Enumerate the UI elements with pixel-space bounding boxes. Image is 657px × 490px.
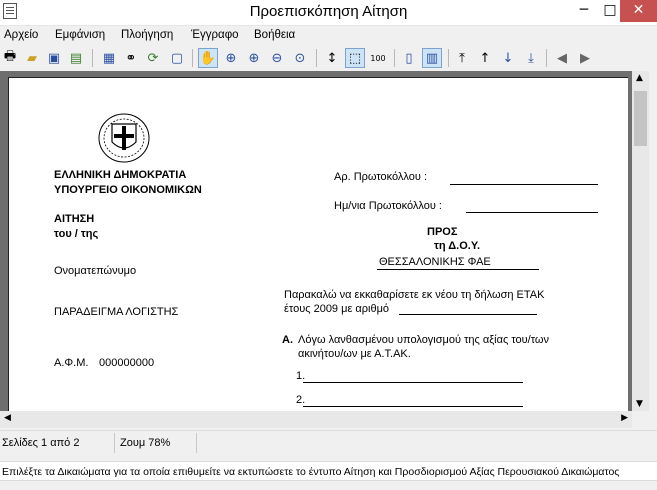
scroll-up-arrow-icon[interactable]: ▲: [636, 73, 643, 83]
hint-bar: Επιλέξτε τα Δικαιώματα για τα οποία επιθ…: [0, 461, 657, 481]
zoom-status: Ζουμ 78%: [120, 437, 171, 449]
request-line-2: έτους 2009 με αριθμό: [284, 303, 390, 315]
tax-office-line: [377, 269, 539, 270]
to-doy-label: τη Δ.Ο.Υ.: [434, 240, 481, 252]
fit-page-icon[interactable]: ⬚: [345, 48, 365, 68]
zoom-in-2-icon[interactable]: ⊕: [244, 48, 264, 68]
menu-bar: Αρχείο Εμφάνιση Πλοήγηση Έγγραφο Βοήθεια: [0, 27, 657, 45]
org-line-2: ΥΠΟΥΡΓΕΙΟ ΟΙΚΟΝΟΜΙΚΩΝ: [54, 184, 202, 196]
zoom-text-icon[interactable]: ⊙: [290, 48, 310, 68]
next-page-icon[interactable]: ↓: [498, 48, 518, 68]
close-button[interactable]: ✕: [620, 0, 657, 22]
afm-value: 000000000: [99, 357, 155, 369]
scroll-corner: [632, 411, 657, 428]
last-page-icon[interactable]: ⤓: [521, 48, 541, 68]
zoom-out-icon[interactable]: ⊖: [267, 48, 287, 68]
greek-emblem-icon: [97, 112, 151, 164]
table-icon[interactable]: ▦: [99, 48, 119, 68]
org-line-1: ΕΛΛΗΝΙΚΗ ΔΗΜΟΚΡΑΤΙΑ: [54, 169, 187, 181]
scroll-left-arrow-icon[interactable]: ◀: [4, 413, 11, 423]
item-2-line: [303, 406, 523, 407]
to-label: ΠΡΟΣ: [427, 226, 458, 238]
zoom-100-icon[interactable]: 100: [368, 48, 388, 68]
open-icon[interactable]: ▰: [22, 48, 42, 68]
menu-help[interactable]: Βοήθεια: [254, 29, 295, 41]
name-label: Ονοματεπώνυμο: [54, 265, 137, 277]
declaration-number-line: [399, 314, 537, 315]
hand-icon[interactable]: ✋: [198, 48, 218, 68]
afm-label: Α.Φ.Μ.: [54, 357, 89, 369]
protocol-number-line: [450, 184, 598, 185]
protocol-date-line: [466, 212, 598, 213]
item-1-line: [303, 382, 523, 383]
forward-icon[interactable]: ▶: [575, 48, 595, 68]
scroll-right-arrow-icon[interactable]: ▶: [621, 413, 628, 423]
status-bar: Σελίδες 1 από 2 Ζουμ 78%: [0, 430, 657, 454]
application-title: ΑΙΤΗΣΗ: [54, 213, 95, 225]
tax-office-name: ΘΕΣΣΑΛΟΝΙΚΗΣ ΦΑΕ: [379, 256, 491, 268]
section-line-2: ακινήτου/ων με Α.Τ.ΑΚ.: [298, 348, 411, 360]
binoculars-icon[interactable]: ⚭: [121, 48, 141, 68]
item-1-number: 1.: [296, 370, 306, 382]
page-count-status: Σελίδες 1 από 2: [2, 437, 80, 449]
previous-page-icon[interactable]: ↑: [475, 48, 495, 68]
request-line-1: Παρακαλώ να εκκαθαρίσετε εκ νέου τη δήλω…: [284, 289, 545, 301]
save-icon[interactable]: ▣: [44, 48, 64, 68]
item-2-number: 2.: [296, 394, 306, 406]
refresh-icon[interactable]: ⟳: [143, 48, 163, 68]
document-viewport[interactable]: ΕΛΛΗΝΙΚΗ ΔΗΜΟΚΡΑΤΙΑ ΥΠΟΥΡΓΕΙΟ ΟΙΚΟΝΟΜΙΚΩ…: [0, 71, 632, 411]
fit-height-icon[interactable]: ↕: [322, 48, 342, 68]
menu-view[interactable]: Εμφάνιση: [55, 29, 105, 41]
menu-document[interactable]: Έγγραφο: [191, 29, 239, 41]
title-bar: Προεπισκόπηση Αίτηση ─ □ ✕: [0, 0, 657, 26]
two-page-icon[interactable]: ▥: [422, 48, 442, 68]
protocol-number-label: Αρ. Πρωτοκόλλου :: [334, 171, 428, 183]
scroll-down-arrow-icon[interactable]: ▼: [636, 399, 643, 409]
menu-file[interactable]: Αρχείο: [4, 29, 38, 41]
hint-text: Επιλέξτε τα Δικαιώματα για τα οποία επιθ…: [2, 466, 620, 478]
minimize-button[interactable]: ─: [570, 0, 598, 22]
window-title: Προεπισκόπηση Αίτηση: [249, 3, 408, 20]
print-icon[interactable]: 🖶: [0, 48, 20, 68]
vertical-scroll-thumb[interactable]: [634, 91, 647, 146]
properties-icon[interactable]: ▢: [167, 48, 187, 68]
application-subtitle: του / της: [54, 228, 99, 240]
section-line-1: Λόγω λανθασμένου υπολογισμού της αξίας τ…: [298, 334, 549, 346]
back-icon[interactable]: ◀: [552, 48, 572, 68]
single-page-icon[interactable]: ▯: [399, 48, 419, 68]
toolbar: 🖶 ▰ ▣ ▤ ▦ ⚭ ⟳ ▢ ✋ ⊕ ⊕ ⊖ ⊙ ↕ ⬚ 100 ▯ ▥ ⤒ …: [0, 45, 657, 71]
vertical-scrollbar[interactable]: ▲ ▼: [632, 71, 649, 411]
name-value: ΠΑΡΑΔΕΙΓΜΑ ΛΟΓΙΣΤΗΣ: [54, 306, 179, 318]
export-icon[interactable]: ▤: [66, 48, 86, 68]
menu-navigation[interactable]: Πλοήγηση: [121, 29, 173, 41]
horizontal-scrollbar[interactable]: ◀ ▶: [0, 411, 632, 428]
first-page-icon[interactable]: ⤒: [452, 48, 472, 68]
section-letter: Α.: [282, 334, 293, 346]
zoom-in-icon[interactable]: ⊕: [221, 48, 241, 68]
document-page: ΕΛΛΗΝΙΚΗ ΔΗΜΟΚΡΑΤΙΑ ΥΠΟΥΡΓΕΙΟ ΟΙΚΟΝΟΜΙΚΩ…: [8, 77, 628, 411]
protocol-date-label: Ημ/νια Πρωτοκόλλου :: [334, 200, 442, 212]
